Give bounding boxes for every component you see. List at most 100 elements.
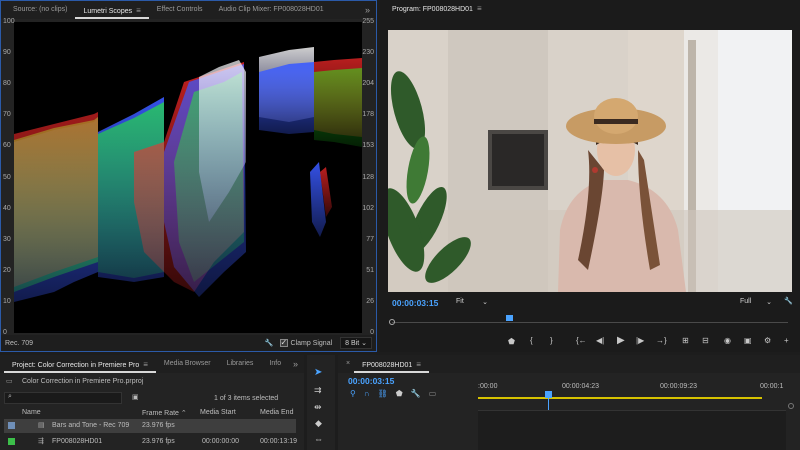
label-color-swatch [8,438,15,445]
go-to-out-icon[interactable]: →} [656,336,667,345]
scope-tick-label: 30 [3,235,11,243]
sort-ascending-icon: ⌃ [180,410,187,417]
tab-lumetri-scopes[interactable]: Lumetri Scopes ≡ [75,3,149,19]
row-frame-rate: 23.976 fps [142,422,175,429]
column-media-end[interactable]: Media End [260,409,293,416]
program-video-frame[interactable] [388,30,792,292]
razor-tool-icon[interactable]: ◆ [315,418,322,429]
project-file-name: Color Correction in Premiere Pro.prproj [22,378,144,385]
comparison-view-icon[interactable]: ▣ [744,336,752,345]
row-name: Bars and Tone - Rec 709 [52,422,130,429]
go-to-in-icon[interactable]: {← [576,336,587,345]
wrench-icon[interactable]: 🔧 [784,297,793,305]
items-selected-count: 1 of 3 items selected [214,395,279,402]
clamp-signal-label: Clamp Signal [290,339,333,347]
program-timecode[interactable]: 00:00:03:15 [392,298,438,308]
track-area[interactable] [478,410,786,450]
colorspace-label: Rec. 709 [5,339,34,347]
chevron-down-icon: ⌄ [766,299,772,306]
double-chevron-right-icon[interactable]: » [293,359,304,369]
zoom-select[interactable]: Fit ⌄ [452,297,492,307]
wrench-icon[interactable]: 🔧 [265,339,274,347]
tab-sequence-label: FP008028HD01 [362,362,413,369]
work-area-bar[interactable] [478,397,762,399]
hamburger-icon[interactable]: ≡ [416,360,421,369]
add-marker-icon[interactable]: ⬟ [396,389,411,398]
clamp-signal-checkbox[interactable] [279,338,288,347]
tab-effect-controls[interactable]: Effect Controls [149,1,211,19]
timeline-tabbar: × FP008028HD01 ≡ [338,355,800,373]
scope-tick-label: 40 [3,204,11,212]
settings-icon[interactable]: ⚙ [764,336,771,345]
mark-in-icon[interactable]: { [530,336,533,345]
captions-icon[interactable]: ▭ [429,389,445,398]
snap-icon[interactable]: ∩ [364,389,378,398]
scope-tick-label: 128 [362,173,374,181]
waveform-graphic [14,47,362,302]
playhead-marker[interactable] [506,315,513,321]
scope-tick-label: 153 [362,142,374,150]
tab-info[interactable]: Info [261,355,289,373]
row-media-end: 00:00:13:19 [260,438,297,445]
bit-depth-value: 8 Bit [345,340,360,347]
selection-tool-icon[interactable]: ➤ [314,367,322,378]
hamburger-icon[interactable]: ≡ [136,6,141,15]
hamburger-icon[interactable]: ≡ [143,360,148,369]
track-select-tool-icon[interactable]: ⇉ [314,385,322,396]
program-title[interactable]: Program: FP008028HD01 ≡ [384,0,490,18]
column-frame-rate[interactable]: Frame Rate ⌃ [142,409,187,417]
project-search-input[interactable]: ⌕ [4,392,122,404]
video-frame-image [388,30,792,292]
nest-icon[interactable]: ⚲ [350,389,364,398]
slip-tool-icon[interactable]: ⇔ [314,434,323,444]
table-row[interactable]: ▤ Bars and Tone - Rec 709 23.976 fps [4,419,296,433]
tab-media-browser[interactable]: Media Browser [156,355,219,373]
column-name[interactable]: Name [22,409,41,416]
hamburger-icon[interactable]: ≡ [477,4,482,13]
linked-selection-icon[interactable]: ⛓ [378,389,396,398]
tab-source[interactable]: Source: (no clips) [5,1,75,19]
row-name: FP008028HD01 [52,438,103,445]
export-frame-icon[interactable]: ◉ [724,336,731,345]
mark-out-icon[interactable]: } [550,336,553,345]
program-scrub-bar[interactable] [392,322,788,323]
project-tabbar: Project: Color Correction in Premiere Pr… [0,355,304,373]
step-forward-icon[interactable]: |▶ [636,336,644,345]
tab-lumetri-scopes-label: Lumetri Scopes [83,8,133,15]
tab-project[interactable]: Project: Color Correction in Premiere Pr… [4,357,156,373]
play-icon[interactable]: ▶ [617,335,625,346]
wrench-icon[interactable]: 🔧 [411,389,429,398]
marker-icon[interactable]: ⬟ [508,337,515,346]
scope-tick-label: 77 [366,235,374,243]
bit-depth-select[interactable]: 8 Bit ⌄ [340,337,372,349]
column-media-start[interactable]: Media Start [200,409,236,416]
scope-tick-label: 255 [362,18,374,25]
tab-project-label: Project: Color Correction in Premiere Pr… [12,362,140,369]
label-color-swatch [8,422,15,429]
clip-icon: ⇶ [38,438,44,445]
ripple-edit-tool-icon[interactable]: ⇹ [314,402,322,413]
time-ruler[interactable]: :00:00 00:00:04:23 00:00:09:23 00:00:1 [478,377,800,409]
timeline-tool-buttons: ⚲∩⛓⬟🔧▭ [350,389,444,398]
scope-tick-label: 26 [366,297,374,305]
scope-tick-label: 230 [362,49,374,57]
extract-icon[interactable]: ⊟ [702,336,709,345]
new-bin-icon[interactable]: ▣ [132,393,139,401]
timeline-timecode[interactable]: 00:00:03:15 [348,376,394,386]
scope-tick-label: 20 [3,266,11,274]
quality-select[interactable]: Full ⌄ [736,297,776,307]
tab-libraries[interactable]: Libraries [219,355,262,373]
table-row[interactable]: ⇶ FP008028HD01 23.976 fps 00:00:00:00 00… [4,435,297,449]
lift-icon[interactable]: ⊞ [682,336,689,345]
vertical-scroll-handle[interactable] [788,403,794,409]
double-chevron-right-icon[interactable]: » [365,5,376,15]
add-button-icon[interactable]: + [784,336,789,345]
tab-sequence[interactable]: FP008028HD01 ≡ [354,357,429,373]
sequence-icon: ▤ [38,422,45,429]
scope-tick-label: 100 [3,18,15,25]
close-icon[interactable]: × [342,355,354,373]
search-icon: ⌕ [8,393,12,400]
scrub-start-handle[interactable] [389,319,395,325]
step-back-icon[interactable]: ◀| [596,336,604,345]
tab-audio-clip-mixer[interactable]: Audio Clip Mixer: FP008028HD01 [211,1,332,19]
